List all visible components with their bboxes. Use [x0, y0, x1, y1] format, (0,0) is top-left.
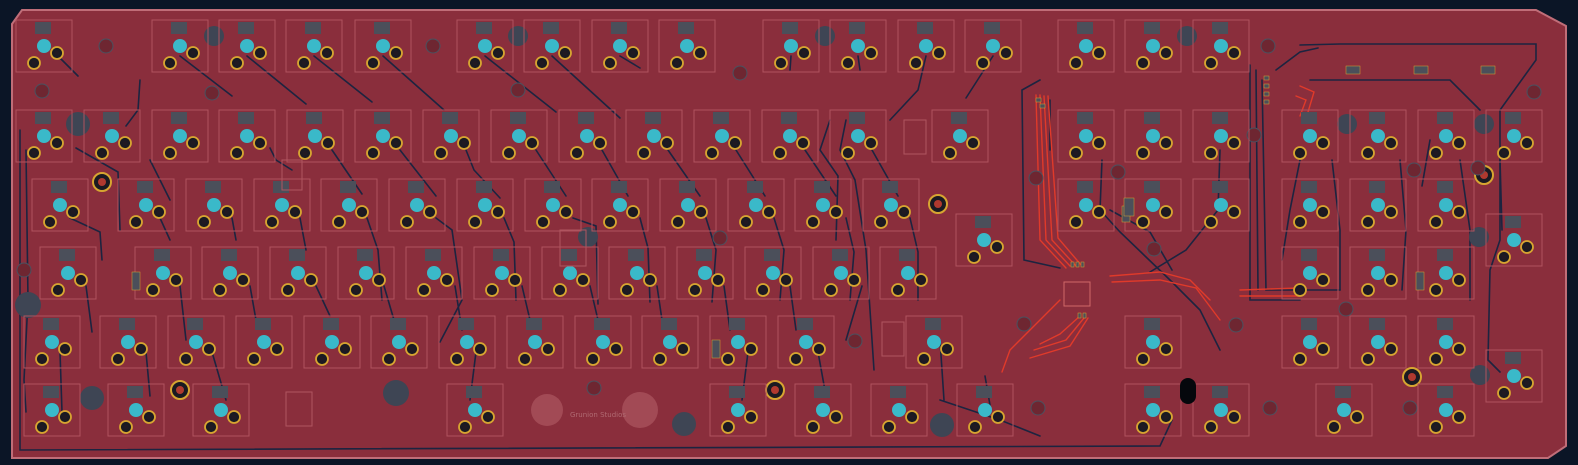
- usb-connector-icon: [1180, 378, 1196, 404]
- pcb-board-viewer[interactable]: Grunion Studios: [0, 0, 1578, 465]
- silkscreen-label: Grunion Studios: [570, 411, 626, 419]
- pcb-board-outline[interactable]: [11, 9, 1567, 459]
- pcb-canvas: Grunion Studios: [0, 0, 1578, 465]
